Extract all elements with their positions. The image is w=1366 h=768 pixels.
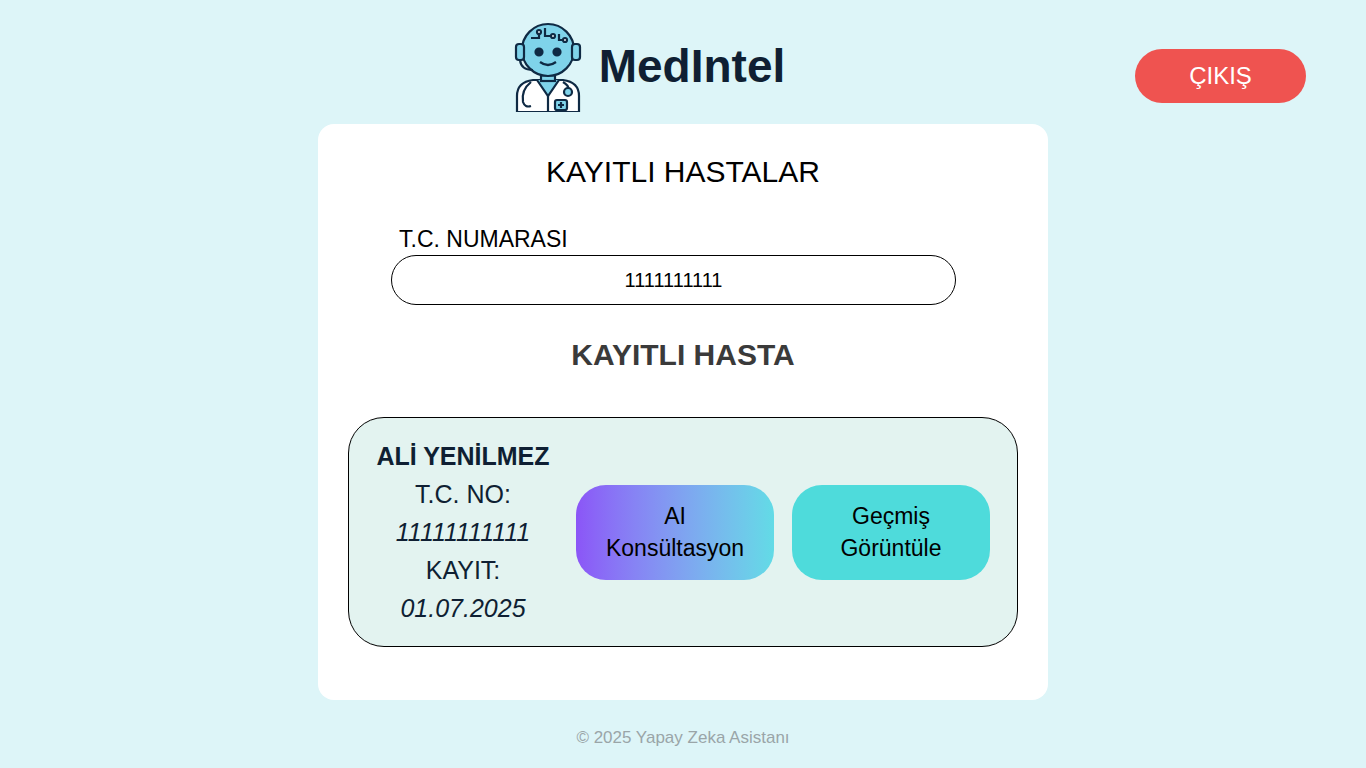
section-title: KAYITLI HASTA (318, 335, 1048, 375)
footer: © 2025 Yapay Zeka Asistanı (576, 725, 789, 751)
patient-card: ALİ YENİLMEZT.C. NO:11111111111KAYIT:01.… (348, 417, 1018, 647)
logout-button[interactable]: ÇIKIŞ (1135, 49, 1306, 103)
patient-name: ALİ YENİLMEZ (376, 437, 549, 475)
tc-label: T.C. NUMARASI (391, 225, 956, 253)
date-label: KAYIT: (426, 551, 501, 589)
tc-value: 11111111111 (396, 513, 530, 551)
patient-info: ALİ YENİLMEZT.C. NO:11111111111KAYIT:01.… (363, 437, 563, 627)
app: MedIntel ÇIKIŞ KAYITLI HASTALAR T.C. NUMARA… (0, 0, 1366, 768)
brand: MedIntel (511, 20, 786, 112)
date-value: 01.07.2025 (400, 589, 525, 627)
card-title: KAYITLI HASTALAR (318, 152, 1048, 192)
header: MedIntel ÇIKIŞ (0, 0, 1366, 112)
tc-label: T.C. NO: (415, 475, 511, 513)
brand-name: MedIntel (599, 43, 786, 89)
history-button[interactable]: GeçmişGörüntüle (792, 485, 990, 580)
patients-card: KAYITLI HASTALAR T.C. NUMARASI KAYITLI HAS… (318, 124, 1048, 700)
tc-field: T.C. NUMARASI (391, 225, 956, 305)
tc-input[interactable] (391, 255, 956, 305)
ai-consult-button[interactable]: AIKonsültasyon (576, 485, 774, 580)
doctor-robot-icon (511, 20, 585, 112)
